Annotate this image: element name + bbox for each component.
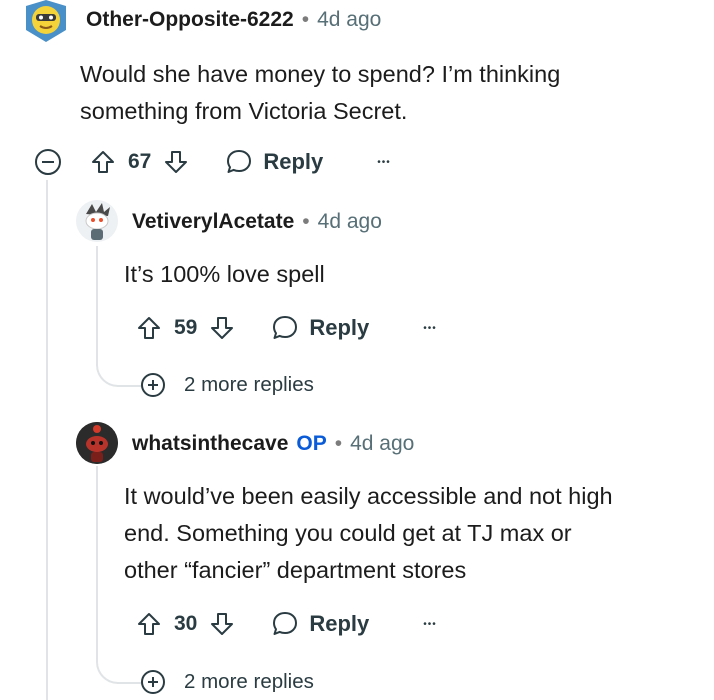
reply-button[interactable]: Reply	[271, 314, 369, 342]
reply-label: Reply	[263, 149, 324, 174]
upvote-button[interactable]	[136, 315, 162, 341]
avatar-snoo-icon	[76, 200, 118, 242]
avatar-snoo-icon	[26, 0, 66, 42]
reply-bubble-icon	[273, 612, 298, 635]
comment-body-line: something from Victoria Secret.	[80, 98, 408, 124]
reply-bubble-icon	[273, 316, 298, 339]
downvote-arrow-icon	[165, 151, 188, 173]
comment-header: whatsinthecave OP • 4d ago	[132, 430, 414, 458]
downvote-arrow-icon	[211, 317, 234, 339]
username[interactable]: Other-Opposite-6222	[86, 8, 294, 32]
comment-body: It would’ve been easily accessible and n…	[124, 478, 704, 589]
comment-body-line: end. Something you could get at TJ max o…	[124, 520, 572, 546]
comment-header: VetiverylAcetate • 4d ago	[132, 208, 382, 236]
timestamp: 4d ago	[350, 432, 415, 455]
comment-body-line: other “fancier” department stores	[124, 557, 467, 583]
upvote-button[interactable]	[90, 149, 116, 175]
more-replies-button[interactable]: 2 more replies	[140, 370, 314, 400]
avatar[interactable]	[76, 422, 118, 464]
avatar[interactable]	[22, 0, 70, 42]
more-options-button[interactable]: •••	[377, 157, 391, 168]
thread-line-main	[46, 180, 48, 700]
thread-line-reply-1	[96, 246, 98, 366]
comment-header: Other-Opposite-6222 • 4d ago	[86, 6, 381, 34]
action-bar: 30 Reply •••	[136, 606, 437, 642]
reply-bubble-icon	[227, 150, 252, 173]
vote-count: 30	[174, 612, 198, 635]
username[interactable]: VetiverylAcetate	[132, 210, 294, 234]
downvote-button[interactable]	[163, 149, 189, 175]
upvote-arrow-icon	[138, 613, 160, 635]
vote-count: 59	[174, 316, 198, 339]
action-bar: 67 Reply •••	[90, 144, 391, 180]
meta-separator: •	[334, 432, 343, 455]
reply-label: Reply	[309, 315, 370, 340]
upvote-button[interactable]	[136, 611, 162, 637]
reply-button[interactable]: Reply	[225, 148, 323, 176]
downvote-arrow-icon	[211, 613, 234, 635]
more-options-button[interactable]: •••	[423, 619, 437, 630]
expand-plus-icon	[141, 373, 165, 397]
downvote-button[interactable]	[209, 315, 235, 341]
more-replies-button[interactable]: 2 more replies	[140, 667, 314, 697]
more-replies-label: 2 more replies	[184, 373, 314, 396]
upvote-arrow-icon	[138, 317, 160, 339]
reply-button[interactable]: Reply	[271, 610, 369, 638]
avatar-snoo-icon	[76, 422, 118, 464]
more-options-button[interactable]: •••	[423, 323, 437, 334]
timestamp: 4d ago	[317, 8, 382, 31]
action-bar: 59 Reply •••	[136, 310, 437, 346]
avatar[interactable]	[76, 200, 118, 242]
op-badge: OP	[296, 432, 327, 455]
username[interactable]: whatsinthecave	[132, 432, 288, 456]
thread-line-reply-2	[96, 466, 98, 662]
comment-body-line: Would she have money to spend? I’m think…	[80, 61, 561, 87]
more-replies-label: 2 more replies	[184, 670, 314, 693]
collapse-button[interactable]	[34, 148, 62, 176]
vote-count: 67	[128, 150, 152, 173]
comment-body-line: It’s 100% love spell	[124, 261, 325, 287]
timestamp: 4d ago	[317, 210, 382, 233]
comment-body-line: It would’ve been easily accessible and n…	[124, 483, 613, 509]
meta-separator: •	[301, 8, 310, 31]
comment-body: Would she have money to spend? I’m think…	[80, 56, 700, 130]
reply-label: Reply	[309, 611, 370, 636]
upvote-arrow-icon	[92, 151, 114, 173]
downvote-button[interactable]	[209, 611, 235, 637]
comment-body: It’s 100% love spell	[124, 256, 684, 293]
collapse-minus-icon	[35, 149, 61, 175]
expand-plus-icon	[141, 670, 165, 694]
thread-curve-reply-1	[96, 355, 142, 387]
thread-curve-reply-2	[96, 652, 142, 684]
meta-separator: •	[302, 210, 310, 233]
